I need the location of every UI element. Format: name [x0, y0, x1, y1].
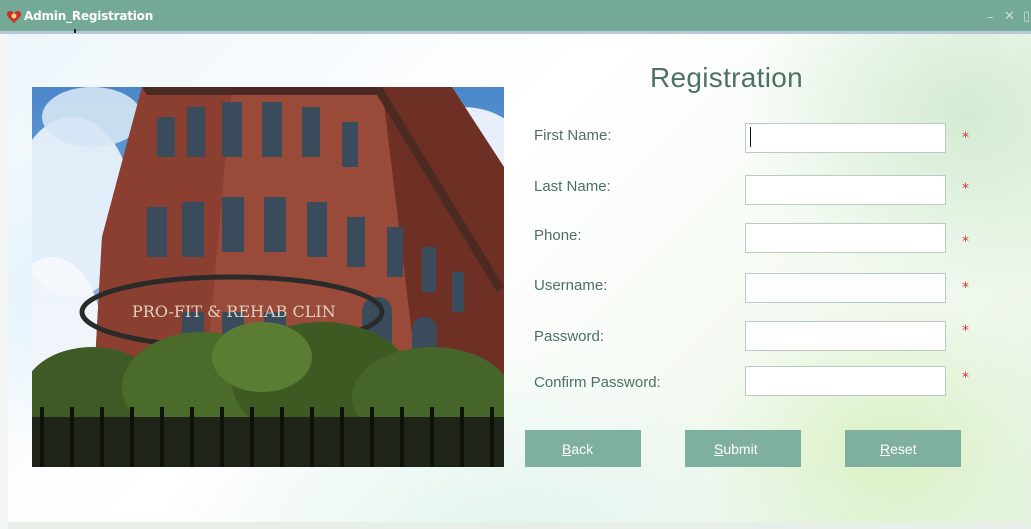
required-mark: * — [962, 181, 969, 197]
photo-sign-text: PRO-FIT & REHAB CLIN — [132, 302, 336, 321]
last-name-field[interactable] — [745, 175, 946, 205]
bottom-border — [8, 522, 1031, 529]
minimize-button[interactable]: – — [987, 10, 994, 25]
required-mark: * — [962, 370, 969, 386]
required-mark: * — [962, 280, 969, 296]
required-mark: * — [962, 323, 969, 339]
submit-button[interactable]: Submit — [685, 430, 801, 467]
required-mark: * — [962, 234, 969, 250]
back-button[interactable]: Back — [525, 430, 641, 467]
username-label: Username: — [534, 277, 608, 294]
password-label: Password: — [534, 328, 605, 345]
back-button-label: Back — [562, 440, 594, 457]
reset-button[interactable]: Reset — [845, 430, 961, 467]
last-name-label: Last Name: — [534, 178, 611, 195]
phone-label: Phone: — [534, 227, 582, 244]
first-name-field[interactable] — [745, 123, 946, 153]
title-bar[interactable]: Admin_Registration – ✕ ▯ — [0, 0, 1031, 34]
password-field[interactable] — [745, 321, 946, 351]
title-cursor-mark — [74, 29, 76, 33]
building-photo: PRO-FIT & REHAB CLIN — [32, 87, 504, 467]
phone-field[interactable] — [745, 223, 946, 253]
building-photo-icon: PRO-FIT & REHAB CLIN — [32, 87, 504, 467]
text-caret — [750, 127, 751, 147]
required-mark: * — [962, 130, 969, 146]
maximize-button[interactable]: ▯ — [1023, 9, 1030, 24]
close-button[interactable]: ✕ — [1004, 9, 1015, 24]
window-title: Admin_Registration — [24, 9, 154, 23]
confirm-password-label: Confirm Password: — [534, 374, 661, 391]
confirm-password-field[interactable] — [745, 366, 946, 396]
reset-button-label: Reset — [880, 440, 917, 457]
page-title: Registration — [650, 62, 804, 93]
app-heart-icon — [6, 11, 22, 23]
first-name-label: First Name: — [534, 127, 612, 144]
submit-button-label: Submit — [714, 440, 758, 457]
username-field[interactable] — [745, 273, 946, 303]
